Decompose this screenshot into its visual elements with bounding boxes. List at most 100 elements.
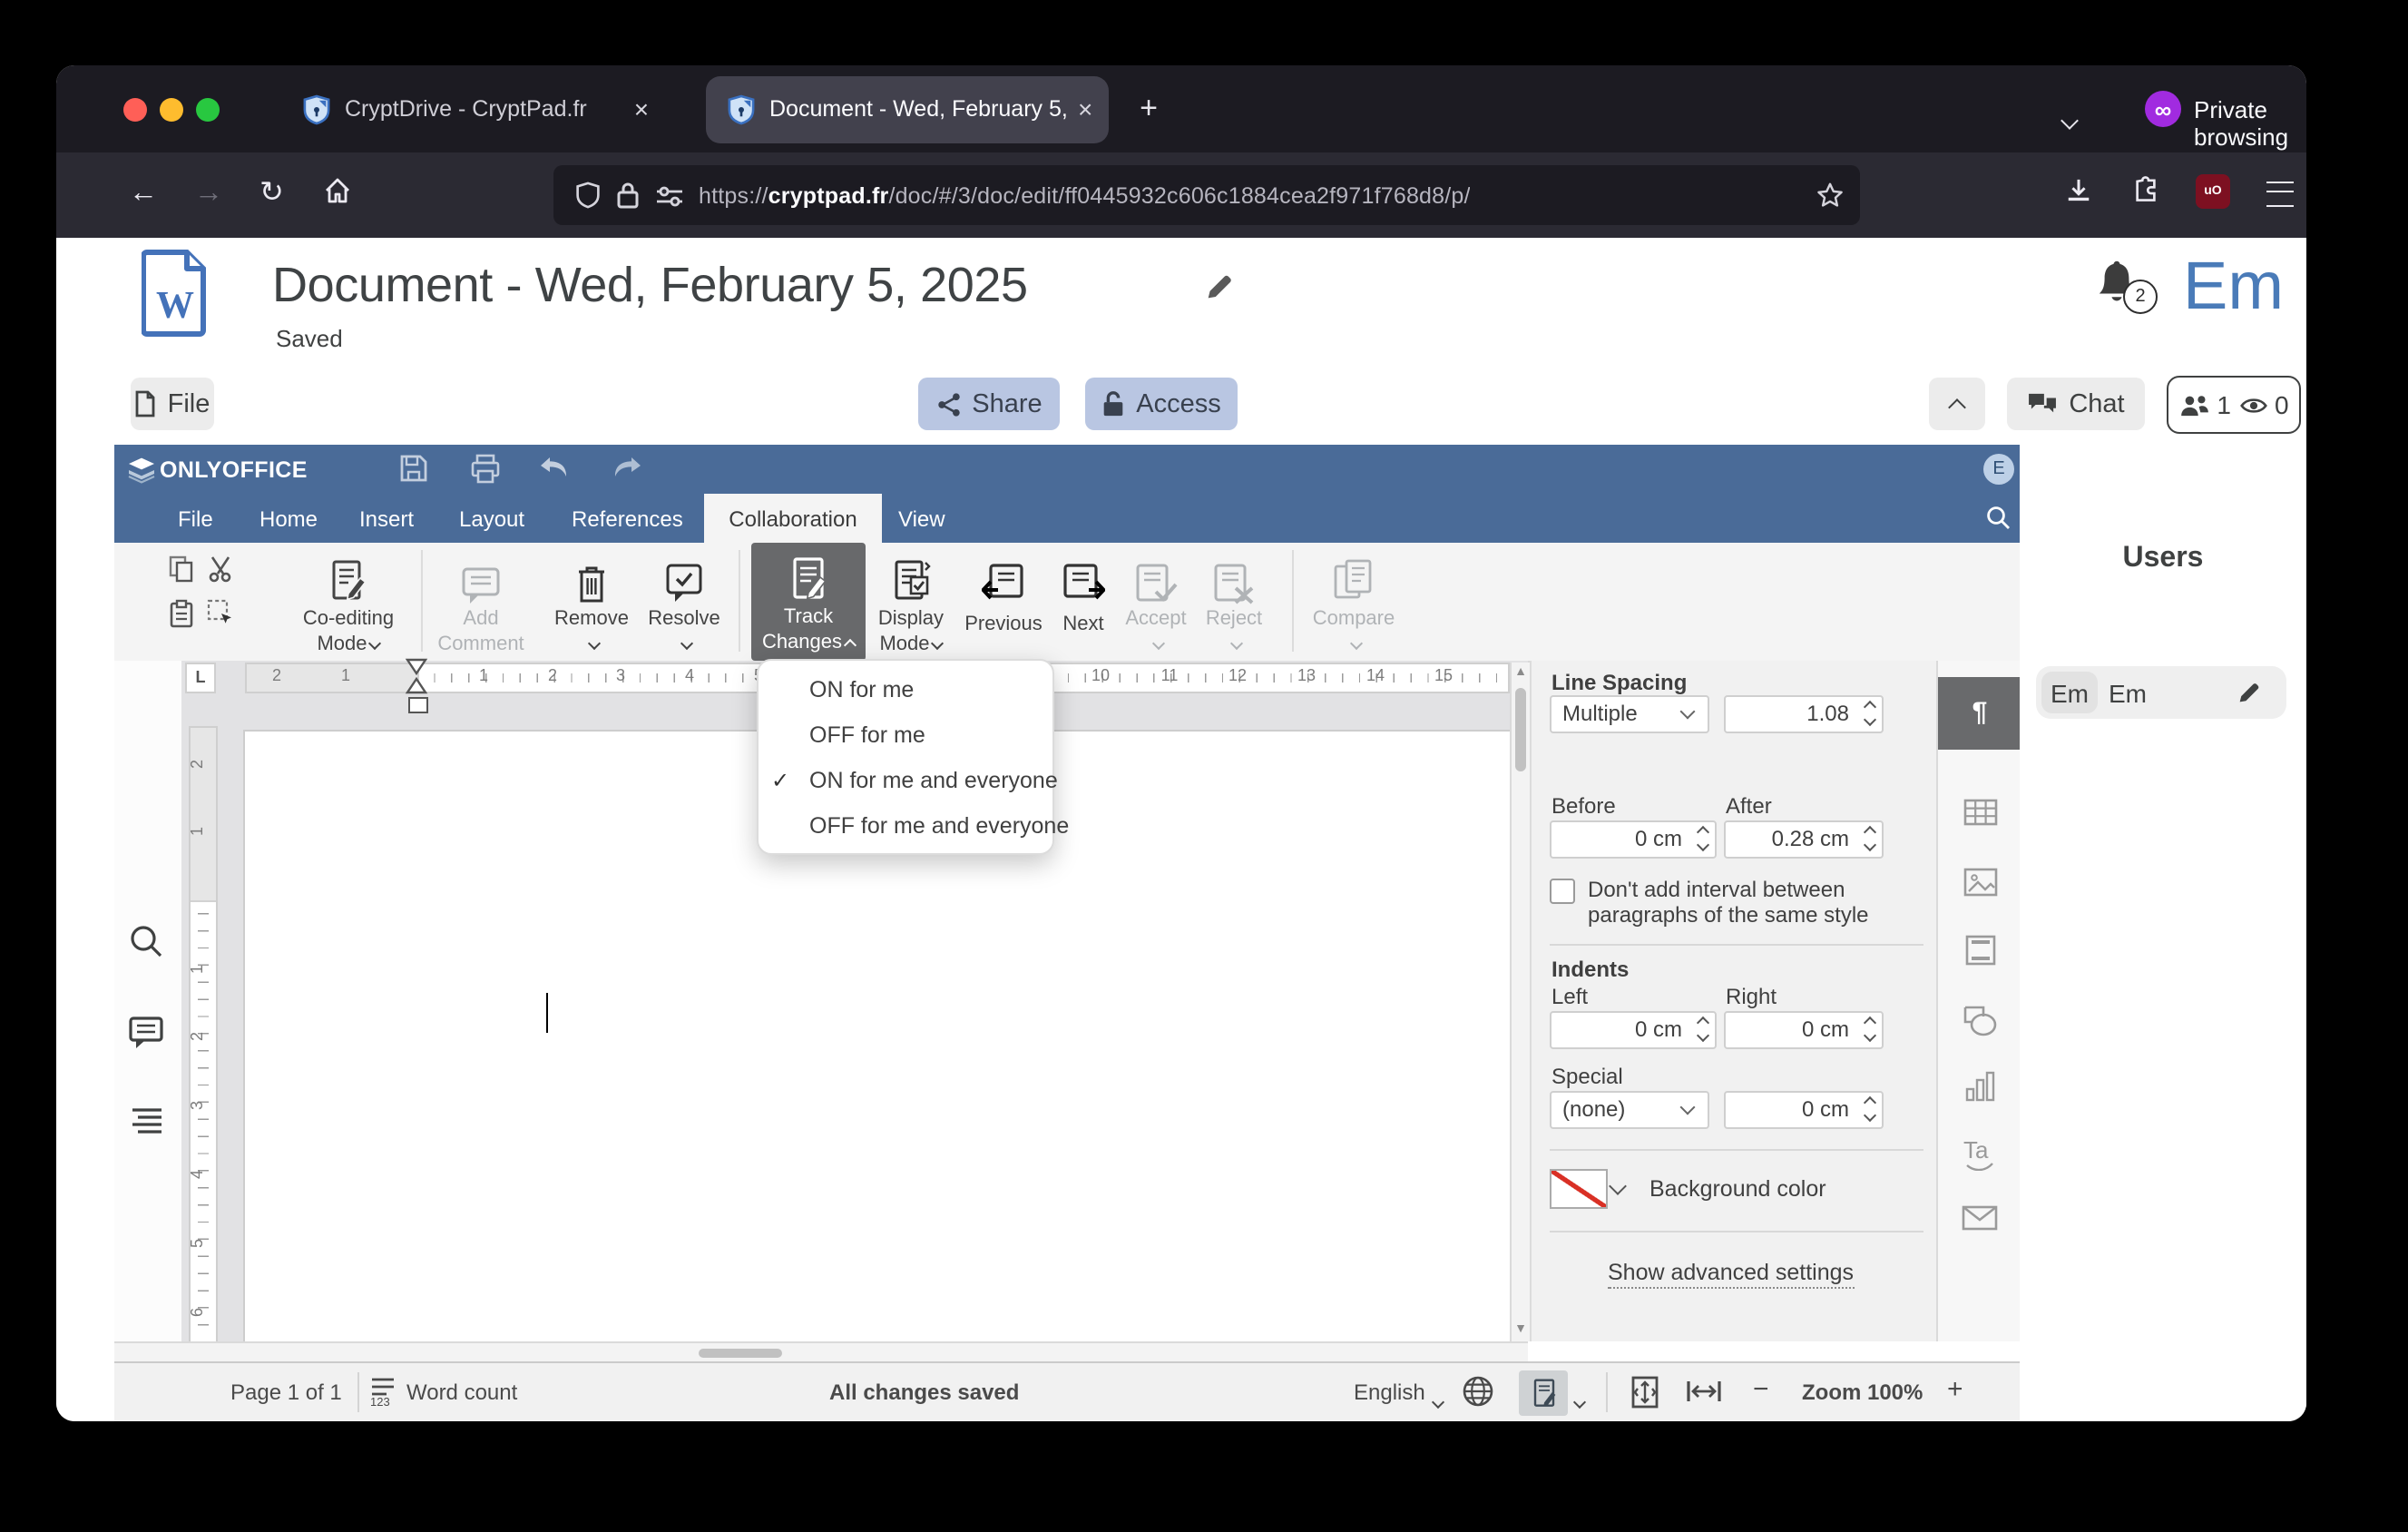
user-list-item[interactable]: Em Em [2036, 666, 2286, 719]
vertical-ruler[interactable]: 21123456 [189, 726, 218, 1343]
language-chevron-icon[interactable] [1431, 1387, 1445, 1412]
tab-file[interactable]: File [174, 494, 217, 543]
zoom-in-button[interactable]: + [1947, 1374, 1963, 1405]
paste-icon[interactable] [169, 599, 194, 628]
indent-right-spinner[interactable]: 0 cm [1724, 1010, 1884, 1048]
tab-home[interactable]: Home [256, 494, 321, 543]
tracking-protection-shield-icon[interactable] [575, 182, 601, 209]
window-zoom-button[interactable] [196, 97, 220, 121]
special-select[interactable]: (none) [1550, 1090, 1709, 1128]
navigation-outline-icon[interactable] [131, 1106, 163, 1134]
track-changes-button-active[interactable]: Track Changes [751, 543, 866, 660]
new-tab-button[interactable]: + [1127, 87, 1170, 131]
tab-references[interactable]: References [568, 494, 687, 543]
scroll-up-icon[interactable]: ▲ [1513, 665, 1528, 680]
comments-panel-icon[interactable] [129, 1016, 163, 1048]
show-advanced-settings-link[interactable]: Show advanced settings [1608, 1259, 1855, 1288]
spacing-before-spinner[interactable]: 0 cm [1550, 820, 1717, 858]
spacing-after-spinner[interactable]: 0.28 cm [1724, 820, 1884, 858]
downloads-icon[interactable] [2065, 178, 2092, 205]
find-icon[interactable] [129, 923, 163, 958]
tab-collaboration-active[interactable]: Collaboration [704, 494, 882, 543]
zoom-level[interactable]: Zoom 100% [1802, 1380, 1923, 1405]
chart-settings-icon[interactable] [1938, 1052, 2021, 1121]
vertical-scrollbar[interactable]: ▲ ▼ [1510, 662, 1530, 1341]
previous-change-button[interactable]: Previous [956, 548, 1051, 657]
indent-left-spinner[interactable]: 0 cm [1550, 1010, 1717, 1048]
reload-button[interactable]: ↻ [259, 174, 284, 214]
tab-cryptdrive[interactable]: CryptDrive - CryptPad.fr × [303, 65, 702, 152]
select-all-icon[interactable] [207, 599, 234, 626]
indent-marker[interactable] [405, 657, 428, 695]
menu-hamburger-icon[interactable] [2266, 182, 2294, 207]
shape-settings-icon[interactable] [1938, 987, 2021, 1056]
file-menu-button[interactable]: File [131, 378, 214, 430]
scrollbar-thumb[interactable] [699, 1349, 782, 1358]
no-interval-checkbox[interactable] [1550, 878, 1575, 903]
extensions-icon[interactable] [2132, 176, 2159, 205]
tab-layout[interactable]: Layout [455, 494, 528, 543]
account-avatar[interactable]: Em [2183, 249, 2284, 325]
ublock-origin-icon[interactable]: uO [2196, 174, 2230, 209]
redo-icon[interactable] [612, 456, 644, 481]
home-button[interactable] [323, 176, 352, 205]
coediting-mode-button[interactable]: Co-editing Mode [294, 548, 403, 657]
tab-stop-selector[interactable]: L [185, 662, 216, 692]
window-close-button[interactable] [123, 97, 147, 121]
access-button[interactable]: Access [1085, 378, 1238, 430]
spellcheck-globe-icon[interactable] [1463, 1376, 1493, 1407]
share-button[interactable]: Share [918, 378, 1060, 430]
collapse-toolbar-button[interactable] [1929, 378, 1985, 430]
menu-item-on-for-everyone[interactable]: ✓ ON for me and everyone [759, 759, 1058, 804]
menu-item-on-for-me[interactable]: ON for me [759, 668, 1052, 713]
horizontal-scrollbar[interactable] [114, 1341, 1528, 1363]
bookmark-star-icon[interactable] [1816, 182, 1844, 209]
header-footer-settings-icon[interactable] [1938, 916, 2021, 985]
chat-button[interactable]: Chat [2007, 378, 2145, 430]
tab-insert[interactable]: Insert [356, 494, 417, 543]
connection-lock-icon[interactable] [617, 182, 639, 209]
close-tab-icon[interactable]: × [1071, 96, 1100, 122]
mail-merge-settings-icon[interactable] [1938, 1183, 2021, 1252]
image-settings-icon[interactable] [1938, 847, 2021, 916]
track-changes-chevron-icon[interactable] [1572, 1387, 1587, 1412]
menu-item-off-for-everyone[interactable]: OFF for me and everyone [759, 804, 1069, 849]
special-amount-spinner[interactable]: 0 cm [1724, 1090, 1884, 1128]
cut-icon[interactable] [207, 555, 234, 583]
zoom-out-button[interactable]: − [1753, 1374, 1769, 1405]
scrollbar-thumb[interactable] [1514, 687, 1525, 771]
search-icon[interactable] [1985, 505, 2011, 530]
background-color-swatch[interactable] [1550, 1168, 1608, 1208]
list-tabs-chevron-icon[interactable] [2061, 103, 2079, 136]
close-tab-icon[interactable]: × [627, 96, 656, 122]
window-minimize-button[interactable] [160, 97, 183, 121]
back-button[interactable]: ← [129, 174, 158, 214]
permissions-icon[interactable] [655, 184, 684, 206]
url-bar[interactable]: https://cryptpad.fr/doc/#/3/doc/edit/ff0… [553, 165, 1860, 225]
menu-item-off-for-me[interactable]: OFF for me [759, 713, 1052, 759]
left-indent-marker[interactable] [408, 697, 428, 713]
paragraph-settings-icon[interactable]: ¶ [1938, 676, 2021, 749]
edit-title-pencil-icon[interactable] [1203, 272, 1234, 303]
background-color-dropdown[interactable] [1606, 1166, 1630, 1206]
fit-page-icon[interactable] [1631, 1376, 1659, 1409]
editor-user-avatar[interactable]: E [1983, 454, 2014, 485]
tab-document-active[interactable]: Document - Wed, February 5, 2 × [706, 75, 1109, 142]
line-spacing-value-spinner[interactable]: 1.08 [1724, 694, 1884, 732]
next-change-button[interactable]: Next [1051, 548, 1116, 657]
word-count-button[interactable]: Word count [406, 1380, 517, 1405]
print-icon[interactable] [470, 453, 501, 484]
document-title[interactable]: Document - Wed, February 5, 2025 [272, 258, 1028, 314]
table-settings-icon[interactable] [1938, 778, 2021, 847]
scroll-down-icon[interactable]: ▼ [1513, 1323, 1528, 1338]
undo-icon[interactable] [537, 456, 570, 481]
track-changes-status-button[interactable] [1519, 1370, 1568, 1416]
edit-name-pencil-icon[interactable] [2236, 680, 2261, 705]
text-art-settings-icon[interactable]: Ta [1938, 1119, 2021, 1188]
fit-width-icon[interactable] [1686, 1380, 1722, 1403]
remove-comment-button[interactable]: Remove [544, 548, 639, 657]
language-selector[interactable]: English [1354, 1380, 1425, 1405]
display-mode-button[interactable]: Display Mode [866, 548, 956, 657]
copy-icon[interactable] [169, 555, 194, 583]
resolve-button[interactable]: Resolve [637, 548, 731, 657]
